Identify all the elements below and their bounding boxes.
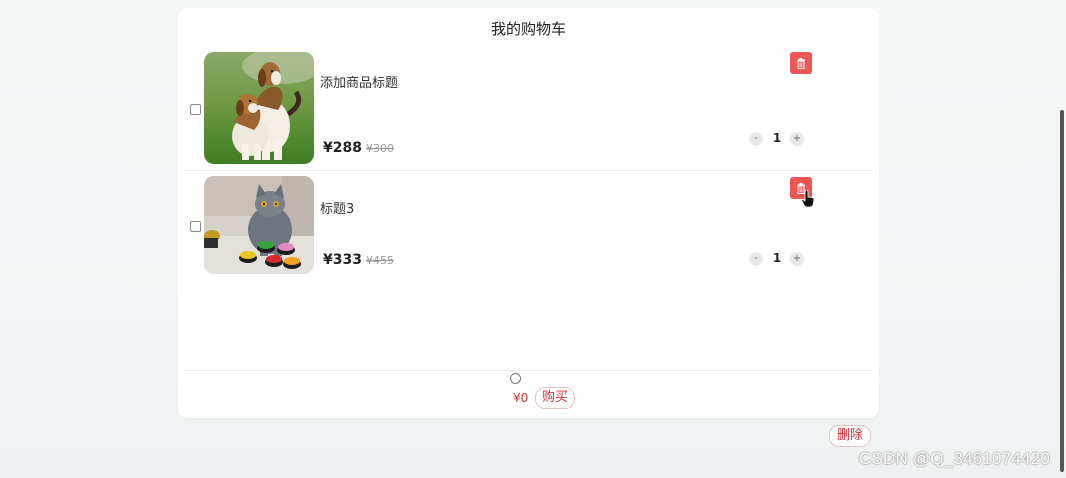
- cart-item: 添加商品标题 ¥288 ¥300 - 1 +: [184, 48, 873, 171]
- hand-cursor-icon: [801, 190, 815, 208]
- product-image-cat: [204, 176, 314, 274]
- increment-button[interactable]: +: [790, 132, 804, 146]
- item-price: ¥333: [323, 252, 362, 268]
- cart-item: 标题3 ¥333 ¥455 - 1 +: [184, 172, 873, 286]
- quantity-value: 1: [772, 131, 782, 145]
- increment-button[interactable]: +: [790, 252, 804, 266]
- total-price: ¥0: [513, 391, 529, 405]
- item-checkbox[interactable]: [190, 104, 201, 115]
- cart-panel: 我的购物车 添加商品标题 ¥288 ¥300 - 1 + 标题3 ¥333 ¥4…: [178, 8, 879, 418]
- item-title: 标题3: [320, 202, 355, 217]
- page: 我的购物车 添加商品标题 ¥288 ¥300 - 1 + 标题3 ¥333 ¥4…: [0, 0, 1066, 478]
- item-original-price: ¥300: [366, 142, 394, 155]
- watermark: CSDN @Q_3461074420: [859, 449, 1050, 468]
- select-all-radio[interactable]: [510, 373, 521, 384]
- decrement-button[interactable]: -: [749, 132, 763, 146]
- delete-button[interactable]: 删除: [829, 425, 871, 447]
- item-checkbox[interactable]: [190, 221, 201, 232]
- decrement-button[interactable]: -: [749, 252, 763, 266]
- product-image-beagle: [204, 52, 314, 164]
- item-title: 添加商品标题: [320, 76, 399, 91]
- item-original-price: ¥455: [366, 254, 394, 267]
- quantity-value: 1: [772, 251, 782, 265]
- buy-button[interactable]: 购买: [535, 387, 575, 409]
- delete-item-button[interactable]: [790, 52, 812, 74]
- trash-icon: [797, 57, 805, 69]
- cart-title: 我的购物车: [490, 20, 566, 38]
- item-price: ¥288: [323, 140, 362, 156]
- footer-divider: [184, 370, 873, 371]
- scrollbar[interactable]: [1060, 110, 1064, 472]
